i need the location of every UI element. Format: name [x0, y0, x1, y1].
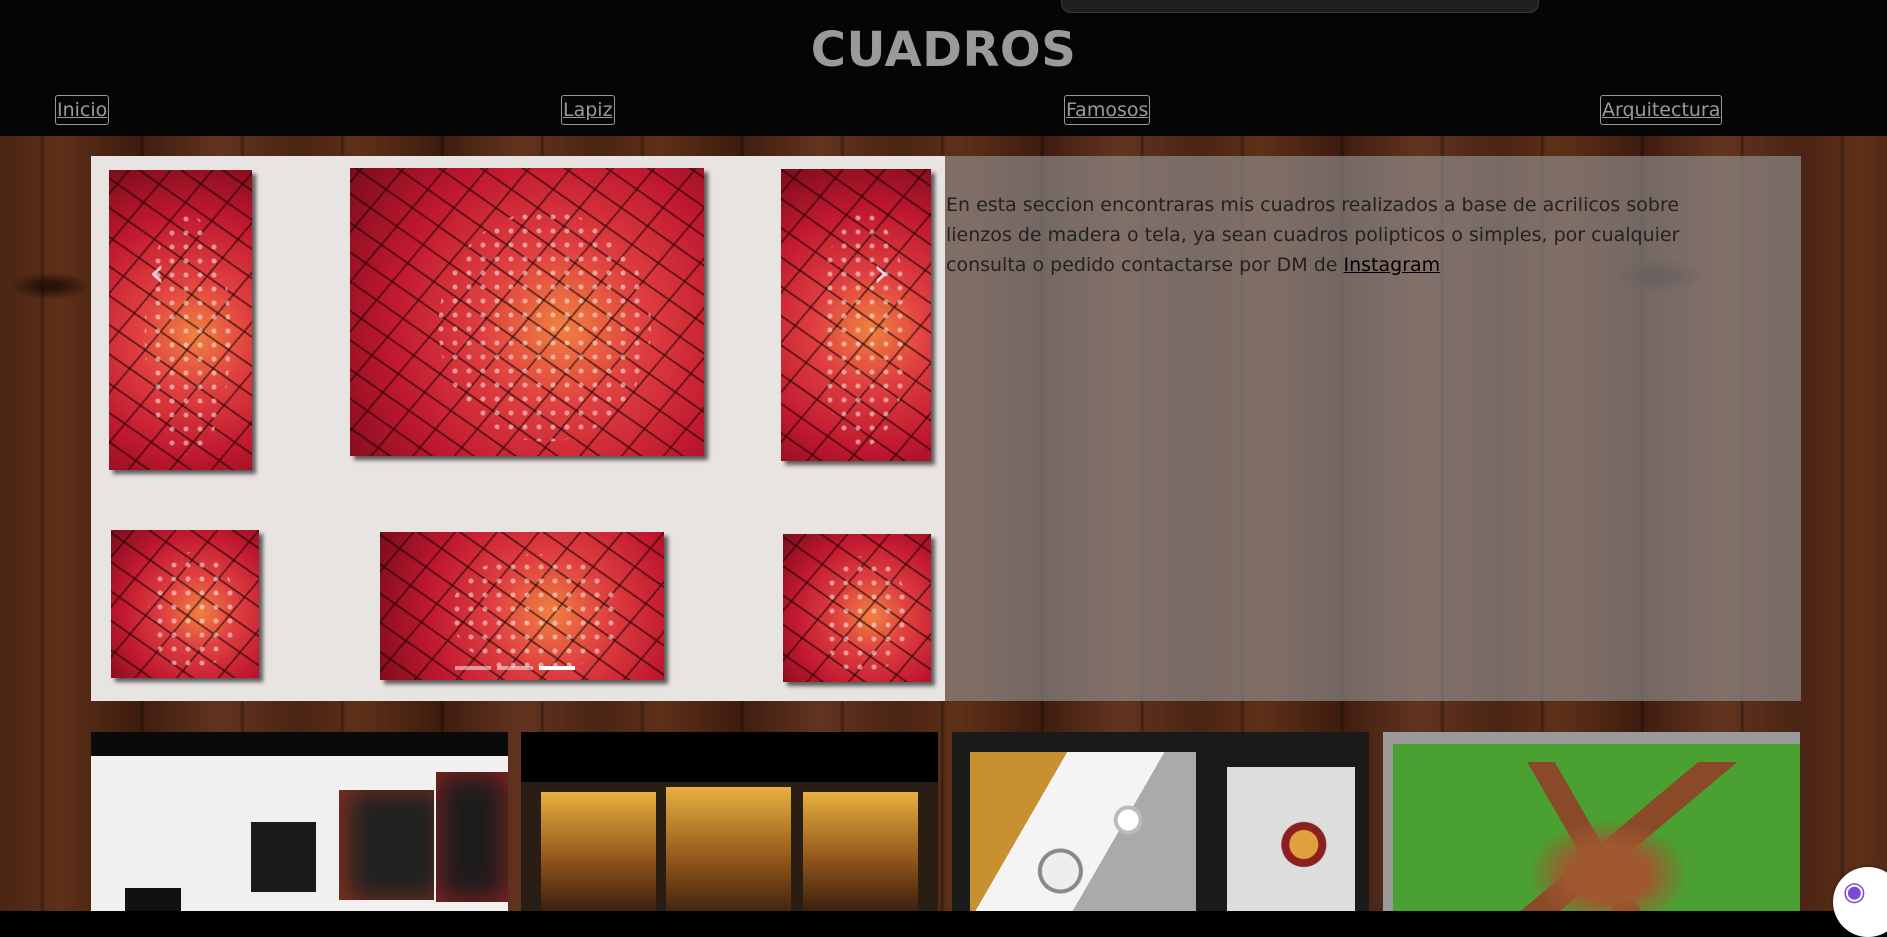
- instagram-link[interactable]: Instagram: [1344, 254, 1441, 276]
- gallery-thumbnail[interactable]: [521, 732, 938, 911]
- top-search-bar[interactable]: [1061, 0, 1539, 13]
- hero-description-text: En esta seccion encontraras mis cuadros …: [946, 194, 1680, 276]
- carousel-painting-panel: [783, 534, 931, 682]
- carousel-painting-panel: [380, 532, 664, 680]
- page-title: CUADROS: [810, 22, 1077, 78]
- chevron-left-icon[interactable]: ‹: [142, 253, 172, 293]
- nav-arquitectura[interactable]: Arquitectura: [1600, 95, 1723, 125]
- brain-icon: ◉: [1843, 877, 1866, 907]
- nav-lapiz[interactable]: Lapiz: [561, 95, 615, 125]
- gallery-thumbnail[interactable]: [91, 732, 508, 911]
- nav-inicio[interactable]: Inicio: [55, 95, 110, 125]
- site-header: CUADROS Inicio Lapiz Famosos Arquitectur…: [0, 0, 1887, 136]
- carousel-painting-panel: [781, 169, 931, 461]
- carousel-painting-panel: [109, 170, 252, 470]
- carousel-painting-panel: [350, 168, 704, 456]
- carousel-indicator-active[interactable]: [539, 666, 575, 670]
- carousel-painting-panel: [111, 530, 259, 678]
- gallery-thumbnail[interactable]: [1383, 732, 1800, 911]
- chevron-right-icon[interactable]: ›: [866, 253, 896, 293]
- carousel-indicators: [455, 666, 575, 670]
- carousel-indicator[interactable]: [497, 666, 533, 670]
- chat-widget-button[interactable]: ◉: [1833, 867, 1887, 937]
- gallery-thumbnail[interactable]: [952, 732, 1369, 911]
- carousel-indicator[interactable]: [455, 666, 491, 670]
- hero-description: En esta seccion encontraras mis cuadros …: [946, 190, 1726, 280]
- nav-famosos[interactable]: Famosos: [1064, 95, 1151, 125]
- image-carousel[interactable]: [91, 156, 945, 701]
